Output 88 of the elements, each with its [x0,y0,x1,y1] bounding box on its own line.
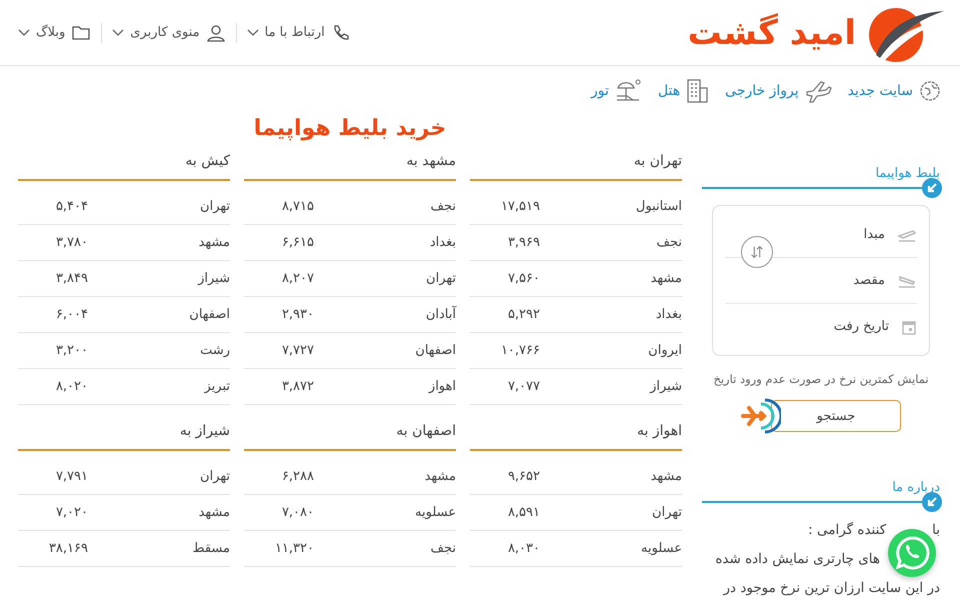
menu-item[interactable]: منوی کاربری [112,22,226,42]
swap-button[interactable] [741,236,773,268]
price-text: ۸,۲۰۷ [280,271,314,286]
city-name: اصفهان [415,343,456,358]
table-heading: کیش به [18,147,230,181]
price-text: ۷,۰۸۰ [280,505,314,520]
about-text: با [932,521,940,540]
city-name: آبادان [426,307,456,322]
table-heading: مشهد به [244,147,456,181]
price-text: ۳,۸۴۹ [54,271,88,286]
city-name: تهران [200,469,230,484]
about-text: کننده گرامی : [808,521,886,540]
city-name: اصفهان [189,307,230,322]
logo-text: امید گشت [688,12,856,52]
menu-item[interactable]: ارتباط با ما [246,22,351,42]
page-title: خرید بلیط هواپیما [252,116,448,141]
input-field[interactable]: تاریخ رفت [735,315,893,338]
price-text: ۹,۶۵۲ [506,469,540,484]
hotel-icon [685,78,710,104]
price-text: ۷,۰۲۰ [54,505,88,520]
price-text: ۳,۷۸۰ [54,235,88,250]
price-text: ۵,۲۹۲ [506,307,540,322]
city-name: تبریز [204,379,230,394]
price-text: ۳۸,۱۶۹ [48,541,88,556]
price-text: ۱۰,۷۶۶ [500,343,540,358]
price-text: ۳,۹۶۹ [506,235,540,250]
price-text: ۱۷,۵۱۹ [500,199,540,214]
city-name: نجف [430,541,456,556]
city-name: تهران [200,199,230,214]
city-name: تهران [426,271,456,286]
table-heading: اصفهان به [244,417,456,451]
price-text: ۷,۰۷۷ [506,379,540,394]
about-text: در این سایت ارزان ترین نرخ موجود در [724,579,940,598]
price-text: ۳,۸۷۲ [280,379,314,394]
plane-icon [804,79,832,103]
caret-icon [112,28,124,36]
table-heading: تهران به [470,147,682,181]
price-text: ۷,۷۲۷ [280,343,314,358]
price-text: ۳,۲۰۰ [54,343,88,358]
city-name: عسلویه [641,541,682,556]
city-name: مشهد [650,469,682,484]
caret-icon [18,28,30,36]
input-field[interactable]: مبدا [731,223,889,246]
price-text: ۸,۰۳۰ [506,541,540,556]
calendar-icon [901,318,917,334]
price-text: ۶,۶۱۵ [280,235,314,250]
table-heading: اهواز به [470,417,682,451]
city-name: مسقط [192,541,230,556]
table-heading: شیراز به [18,417,230,451]
city-name: مشهد [424,469,456,484]
price-text: ۲,۹۳۰ [280,307,314,322]
nav-link[interactable]: تور [591,78,642,104]
city-name: مشهد [198,505,230,520]
city-name: عسلویه [415,505,456,520]
section-title: بلیط هواپیما [875,166,940,181]
price-text: ۱۱,۳۲۰ [274,541,314,556]
plane-circle-icon [741,398,781,434]
price-text: ۵,۴۰۴ [54,199,88,214]
price-text: ۷,۵۶۰ [506,271,540,286]
price-text: ۶,۲۸۸ [280,469,314,484]
price-text: ۶,۰۰۴ [54,307,88,322]
city-name: شیراز [650,379,682,394]
nav-link[interactable]: سایت جدید [848,79,942,103]
input-field[interactable]: مقصد [731,269,889,292]
city-name: تهران [652,505,682,520]
city-name: رشت [200,343,230,358]
caret-icon [246,28,259,36]
city-name: مشهد [198,235,230,250]
city-name: اهواز [428,379,456,394]
price-text: ۸,۵۹۱ [506,505,540,520]
price-text: ۸,۰۲۰ [54,379,88,394]
city-name: شیراز [198,271,230,286]
user-icon [206,22,226,42]
search-button[interactable]: جستجو [771,400,901,432]
city-name: مشهد [650,271,682,286]
hint-text: نمایش کمترین نرخ در صورت عدم ورود تاریخ [712,372,930,386]
city-name: بغداد [430,235,456,250]
price-text: ۷,۷۹۱ [54,469,88,484]
nav-link[interactable]: پرواز خارجی [725,79,832,103]
menu-item[interactable]: وبلاگ [18,22,92,42]
city-name: ایروان [648,343,682,358]
about-text: های چارتری نمایش داده شده [715,550,880,569]
price-text: ۸,۷۱۵ [280,199,314,214]
city-name: نجف [656,235,682,250]
city-name: استانبول [636,199,682,214]
city-name: بغداد [656,307,682,322]
city-name: نجف [430,199,456,214]
nav-link[interactable]: هتل [658,78,710,104]
